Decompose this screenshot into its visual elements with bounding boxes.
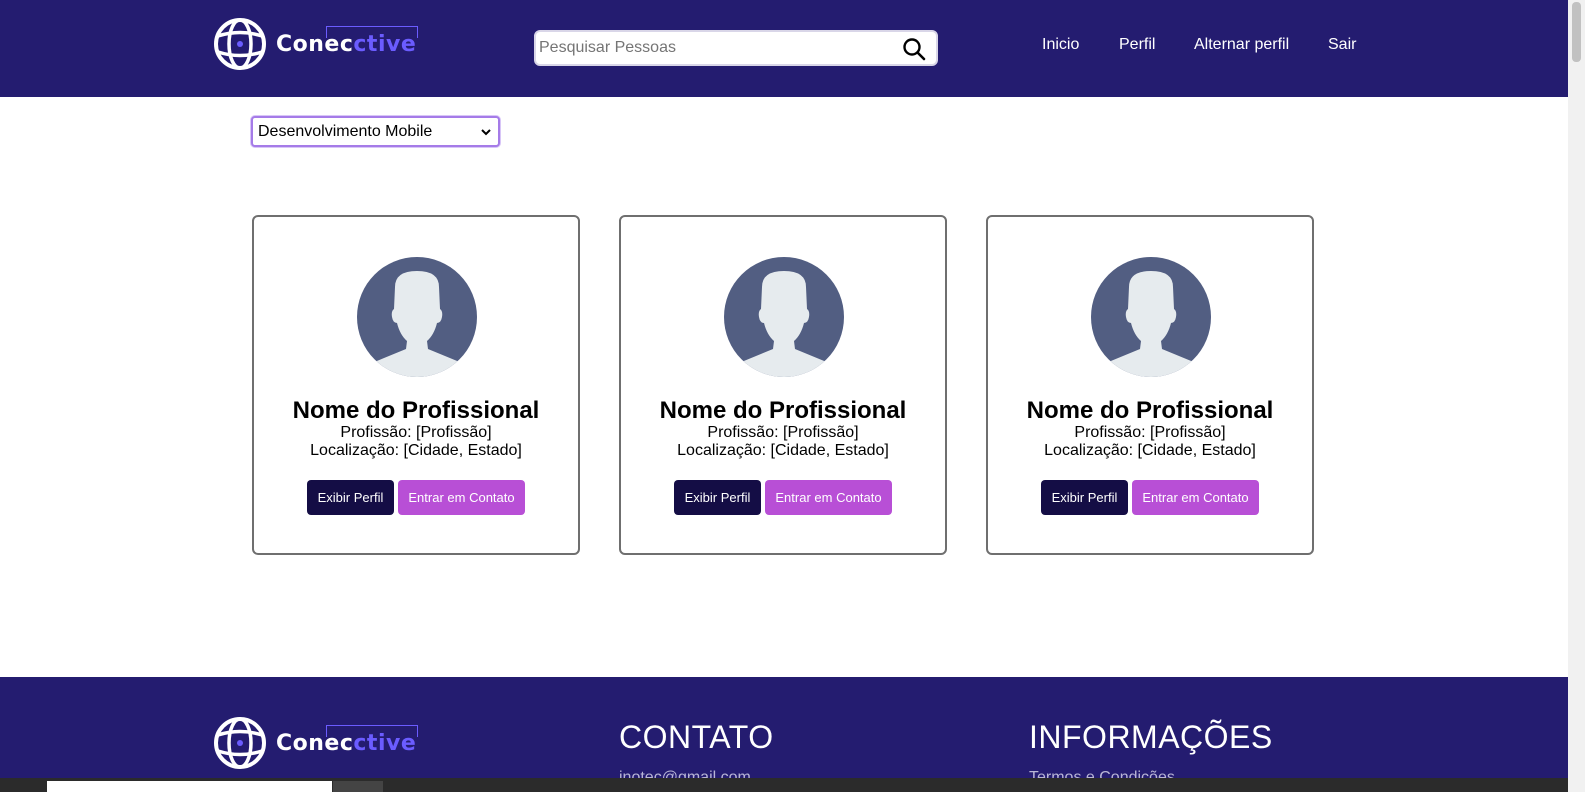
nav-inicio[interactable]: Inicio (1042, 36, 1079, 54)
scrollbar-thumb[interactable] (1572, 2, 1581, 62)
nav-perfil[interactable]: Perfil (1119, 36, 1155, 54)
footer-info-title: INFORMAÇÕES (1029, 719, 1273, 755)
user-avatar-icon (724, 257, 844, 377)
professional-profession: Profissão: [Profissão] (1074, 424, 1226, 441)
professional-profession: Profissão: [Profissão] (340, 424, 492, 441)
bottom-bar-segment (47, 781, 332, 792)
professional-name: Nome do Profissional (1026, 397, 1274, 424)
professional-profession: Profissão: [Profissão] (707, 424, 859, 441)
user-avatar-icon (1091, 257, 1211, 377)
brand-bracket (326, 724, 418, 737)
view-profile-button[interactable]: Exibir Perfil (1041, 480, 1128, 515)
contact-button[interactable]: Entrar em Contato (765, 480, 892, 515)
professional-card: Nome do Profissional Profissão: [Profiss… (986, 215, 1314, 555)
site-footer: Conecctive CONTATO inotec@gmail.com INFO… (0, 677, 1568, 792)
page-content: Conecctive Inicio Perfil Alternar perfil… (0, 0, 1568, 792)
professional-card: Nome do Profissional Profissão: [Profiss… (619, 215, 947, 555)
professional-card: Nome do Profissional Profissão: [Profiss… (252, 215, 580, 555)
area-filter-select[interactable]: Desenvolvimento Mobile (251, 116, 500, 147)
professional-location: Localização: [Cidade, Estado] (310, 442, 522, 459)
bottom-overlay-bar (0, 778, 1568, 792)
professional-name: Nome do Profissional (292, 397, 540, 424)
chevron-down-icon (481, 129, 491, 136)
card-actions: Exibir Perfil Entrar em Contato (988, 480, 1312, 515)
footer-logo[interactable]: Conecctive (213, 716, 418, 770)
area-filter-value: Desenvolvimento Mobile (258, 123, 433, 140)
professional-location: Localização: [Cidade, Estado] (677, 442, 889, 459)
vertical-scrollbar[interactable] (1568, 0, 1585, 792)
card-actions: Exibir Perfil Entrar em Contato (621, 480, 945, 515)
professional-name: Nome do Profissional (659, 397, 907, 424)
page: Conecctive Inicio Perfil Alternar perfil… (0, 0, 1585, 792)
nav-sair[interactable]: Sair (1328, 36, 1356, 54)
contact-button[interactable]: Entrar em Contato (398, 480, 525, 515)
nav-alternar-perfil[interactable]: Alternar perfil (1194, 36, 1289, 54)
card-actions: Exibir Perfil Entrar em Contato (254, 480, 578, 515)
footer-contact-title: CONTATO (619, 719, 774, 755)
professional-location: Localização: [Cidade, Estado] (1044, 442, 1256, 459)
view-profile-button[interactable]: Exibir Perfil (674, 480, 761, 515)
globe-icon (214, 717, 266, 769)
top-header: Conecctive Inicio Perfil Alternar perfil… (0, 0, 1568, 97)
brand-name: Conecctive (276, 724, 418, 756)
main-nav: Inicio Perfil Alternar perfil Sair (0, 36, 1568, 58)
user-avatar-icon (357, 257, 477, 377)
contact-button[interactable]: Entrar em Contato (1132, 480, 1259, 515)
bottom-bar-segment (333, 781, 383, 792)
view-profile-button[interactable]: Exibir Perfil (307, 480, 394, 515)
